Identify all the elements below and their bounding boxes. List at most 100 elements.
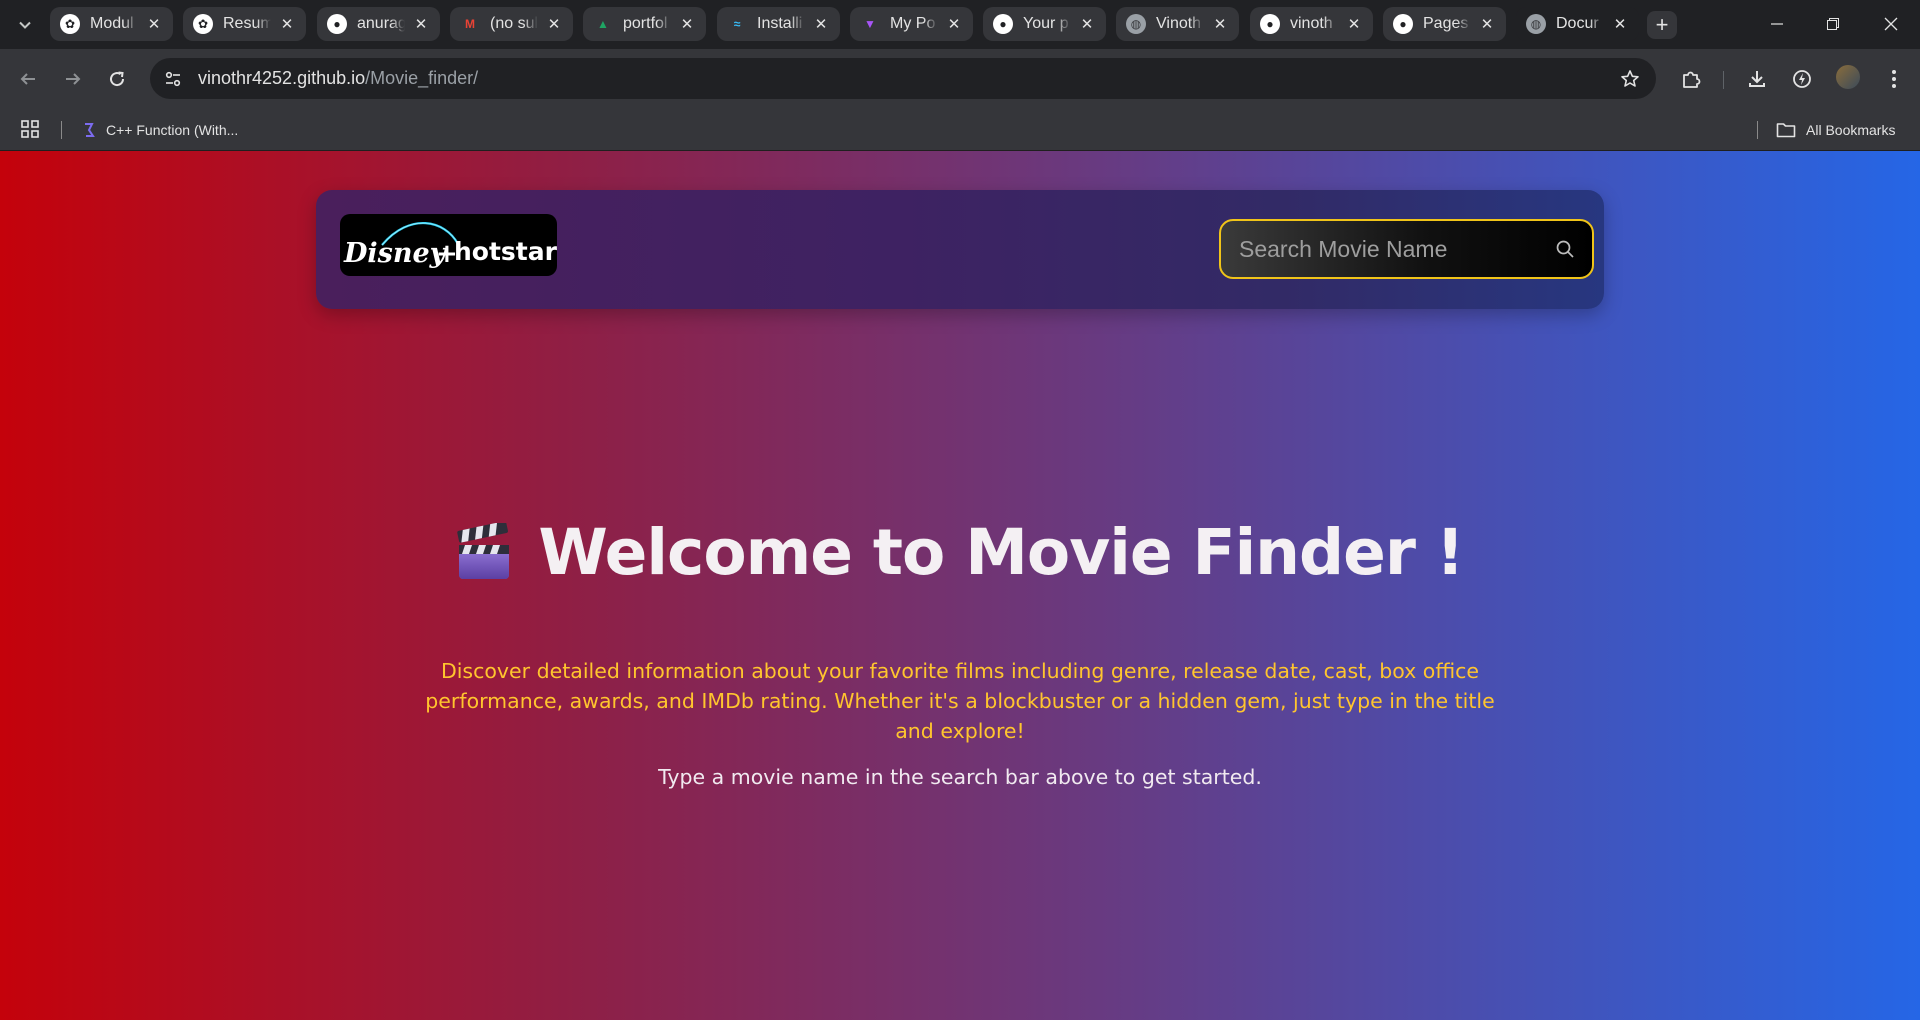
profile-avatar[interactable] <box>1836 65 1860 89</box>
browser-tab[interactable]: ▼ My Po ✕ <box>850 7 973 41</box>
arrow-right-icon <box>66 73 81 85</box>
welcome-description: Discover detailed information about your… <box>425 659 1495 743</box>
tab-close-icon[interactable]: ✕ <box>1611 15 1629 33</box>
tab-title: Modul <box>90 15 134 32</box>
github-icon: ● <box>993 14 1013 34</box>
star-icon <box>1621 70 1639 87</box>
tab-close-icon[interactable]: ✕ <box>1211 15 1229 33</box>
github-icon: ● <box>327 14 347 34</box>
reload-button[interactable] <box>103 65 131 93</box>
tab-close-icon[interactable]: ✕ <box>545 15 563 33</box>
movie-search-input[interactable] <box>1239 235 1552 263</box>
gmail-icon: M <box>465 17 475 31</box>
globe-icon: ◍ <box>1526 14 1546 34</box>
site-info-button[interactable] <box>158 64 188 94</box>
tab-close-icon[interactable]: ✕ <box>278 15 296 33</box>
welcome-heading: Welcome to Movie Finder ! <box>0 516 1920 589</box>
performance-button[interactable] <box>1788 65 1816 93</box>
tab-title: anurag <box>357 15 405 32</box>
tab-close-icon[interactable]: ✕ <box>412 15 430 33</box>
url-path: /Movie_finder/ <box>365 68 479 88</box>
browser-tab[interactable]: ✿ Resum ✕ <box>183 7 306 41</box>
github-icon: ● <box>1393 14 1413 34</box>
tab-title: Pages <box>1423 15 1469 32</box>
bookmarks-divider <box>61 121 62 139</box>
browser-tab[interactable]: ● vinoth ✕ <box>1250 7 1373 41</box>
tab-title: Docur <box>1556 15 1599 32</box>
bookmark-label: C++ Function (With... <box>106 122 239 138</box>
arrow-left-icon <box>20 73 35 85</box>
tab-close-icon[interactable]: ✕ <box>945 15 963 33</box>
search-icon <box>1556 240 1574 258</box>
openai-icon: ✿ <box>193 14 213 34</box>
tab-close-icon[interactable]: ✕ <box>1478 15 1496 33</box>
downloads-button[interactable] <box>1743 65 1771 93</box>
tab-close-icon[interactable]: ✕ <box>145 15 163 33</box>
search-button[interactable] <box>1552 236 1578 262</box>
puzzle-icon <box>1683 71 1701 88</box>
browser-tab[interactable]: ✿ Modul ✕ <box>50 7 173 41</box>
minimize-button[interactable] <box>1757 10 1797 38</box>
more-vert-icon <box>1892 70 1896 88</box>
back-button[interactable] <box>14 65 42 93</box>
google-drive-icon: ▲ <box>597 17 609 31</box>
browser-tab[interactable]: ≈ Installi ✕ <box>717 7 840 41</box>
openai-icon: ✿ <box>60 14 80 34</box>
browser-tab[interactable]: M (no sul ✕ <box>450 7 573 41</box>
extensions-button[interactable] <box>1677 65 1705 93</box>
globe-icon: ◍ <box>1126 14 1146 34</box>
tab-close-icon[interactable]: ✕ <box>812 15 830 33</box>
tune-icon <box>165 71 181 86</box>
svg-text:Disney: Disney <box>343 238 448 269</box>
bookmark-star-button[interactable] <box>1618 67 1642 91</box>
tab-close-icon[interactable]: ✕ <box>678 15 696 33</box>
site-header: Disney + hotstar <box>316 190 1604 309</box>
bookmarks-bar: C++ Function (With... All Bookmarks <box>0 109 1920 151</box>
folder-icon <box>1776 123 1796 138</box>
address-bar[interactable]: vinothr4252.github.io/Movie_finder/ <box>150 58 1656 99</box>
browser-tab[interactable]: ◍ Vinoth ✕ <box>1116 7 1239 41</box>
tailwind-icon: ≈ <box>733 17 741 31</box>
tab-title: Installi <box>757 15 803 32</box>
browser-tab[interactable]: ◍ Docur ✕ <box>1516 7 1639 41</box>
tab-title: vinoth <box>1290 15 1333 32</box>
all-bookmarks-label: All Bookmarks <box>1806 122 1896 138</box>
new-tab-button[interactable]: + <box>1647 11 1677 39</box>
browser-tab[interactable]: ● anurag ✕ <box>317 7 440 41</box>
movie-search-box[interactable] <box>1219 219 1594 279</box>
apps-button[interactable] <box>20 119 42 141</box>
page-title: Welcome to Movie Finder ! <box>538 516 1464 589</box>
chevron-down-icon <box>19 21 31 29</box>
perplexity-icon <box>85 123 95 137</box>
bookmark-item[interactable]: C++ Function (With... <box>82 119 238 141</box>
toolbar-divider <box>1723 71 1724 89</box>
bookmarks-divider-right <box>1757 121 1758 139</box>
tab-strip: ✿ Modul ✕ ✿ Resum ✕ ● anurag ✕ M (no sul ✕ ▲ portfol ✕… <box>0 0 1920 49</box>
performance-icon <box>1793 70 1811 88</box>
tab-title: Your p <box>1023 15 1069 32</box>
apps-grid-icon <box>21 120 39 138</box>
browser-menu-button[interactable] <box>1880 65 1908 93</box>
close-icon <box>1884 17 1898 31</box>
tab-close-icon[interactable]: ✕ <box>1078 15 1096 33</box>
disney-hotstar-logo[interactable]: Disney + hotstar <box>340 214 557 276</box>
plus-icon: + <box>1655 12 1669 37</box>
tab-title: (no sul <box>490 15 538 32</box>
forward-button[interactable] <box>59 65 87 93</box>
movie-finder-page: Disney + hotstar Search Movie Name Welco… <box>0 151 1920 1020</box>
browser-tab[interactable]: ▲ portfol ✕ <box>583 7 706 41</box>
vite-icon: ▼ <box>864 17 876 31</box>
tab-title: My Po <box>890 15 936 32</box>
minimize-icon <box>1771 23 1783 25</box>
github-icon: ● <box>1260 14 1280 34</box>
all-bookmarks-button[interactable]: All Bookmarks <box>1776 119 1895 141</box>
tab-search-button[interactable] <box>12 13 38 37</box>
close-window-button[interactable] <box>1871 10 1911 38</box>
url-text[interactable]: vinothr4252.github.io/Movie_finder/ <box>198 68 478 89</box>
tab-title: Vinoth <box>1156 15 1202 32</box>
tab-title: portfol <box>623 15 668 32</box>
tab-close-icon[interactable]: ✕ <box>1345 15 1363 33</box>
restore-button[interactable] <box>1813 10 1853 38</box>
browser-tab[interactable]: ● Pages ✕ <box>1383 7 1506 41</box>
browser-tab[interactable]: ● Your p ✕ <box>983 7 1106 41</box>
